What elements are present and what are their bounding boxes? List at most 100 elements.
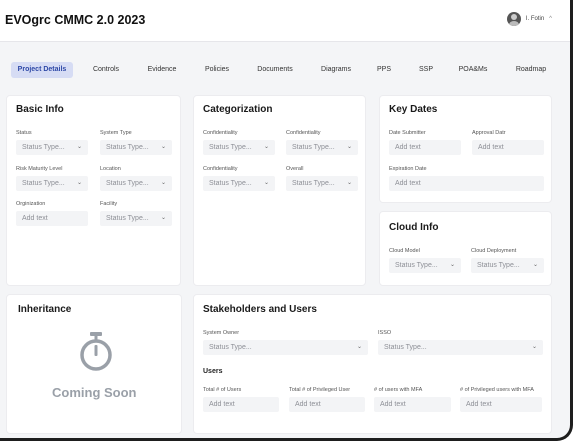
total-privileged-users-label: Total # of Privileged User (289, 387, 351, 393)
risk-maturity-select[interactable]: Status Type... ⌄ (16, 176, 88, 191)
isso-select[interactable]: Status Type... ⌄ (378, 340, 543, 355)
confidentiality-select[interactable]: Status Type... ⌄ (203, 140, 275, 155)
chevron-down-icon: ⌄ (160, 215, 166, 221)
overall-value: Status Type... (292, 180, 335, 187)
expiration-date-input[interactable]: Add text (389, 176, 544, 191)
facility-label: Facility (100, 201, 118, 207)
chevron-down-icon: ⌄ (346, 144, 352, 150)
basic-info-card: Basic Info Status Status Type... ⌄ Syste… (6, 95, 181, 286)
categorization-title: Categorization (203, 104, 273, 115)
location-label: Location (100, 166, 121, 172)
total-privileged-users-input[interactable]: Add text (289, 397, 365, 412)
location-select[interactable]: Status Type... ⌄ (100, 176, 172, 191)
user-avatar[interactable] (506, 12, 521, 26)
key-dates-card: Key Dates Date Submitter Add text Approv… (379, 95, 552, 203)
isso-value: Status Type... (384, 344, 427, 351)
privileged-users-mfa-label: # of Privileged users with MFA (460, 387, 534, 393)
date-submitter-input[interactable]: Add text (389, 140, 461, 155)
cloud-deployment-label: Cloud Deployment (471, 248, 517, 254)
system-owner-select[interactable]: Status Type... ⌄ (203, 340, 368, 355)
confidentiality-value: Status Type... (292, 144, 335, 151)
users-mfa-label: # of users with MFA (374, 387, 423, 393)
key-dates-title: Key Dates (389, 104, 438, 115)
cloud-info-title: Cloud Info (389, 222, 439, 233)
system-type-value: Status Type... (106, 144, 149, 151)
status-select[interactable]: Status Type... ⌄ (16, 140, 88, 155)
overall-label: Overall (286, 166, 304, 172)
cloud-model-select[interactable]: Status Type... ⌄ (389, 258, 461, 273)
chevron-down-icon: ⌄ (76, 144, 82, 150)
stakeholders-title: Stakeholders and Users (203, 304, 317, 315)
confidentiality-label: Confidentiality (286, 130, 321, 136)
tab-ssp[interactable]: SSP (414, 62, 438, 78)
chevron-up-icon[interactable]: ^ (549, 16, 552, 22)
inheritance-title: Inheritance (18, 304, 72, 315)
system-owner-value: Status Type... (209, 344, 252, 351)
top-bar: EVOgrc CMMC 2.0 2023 I. Fotin ^ (0, 0, 570, 42)
coming-soon-text: Coming Soon (52, 385, 137, 400)
confidentiality-select[interactable]: Status Type... ⌄ (203, 176, 275, 191)
chevron-down-icon: ⌄ (532, 262, 538, 268)
chevron-down-icon: ⌄ (449, 262, 455, 268)
stopwatch-icon (80, 332, 112, 371)
chevron-down-icon: ⌄ (346, 180, 352, 186)
confidentiality-select[interactable]: Status Type... ⌄ (286, 140, 358, 155)
users-heading: Users (203, 368, 223, 375)
app-title: EVOgrc CMMC 2.0 2023 (5, 13, 146, 27)
cloud-deployment-value: Status Type... (477, 262, 520, 269)
system-type-select[interactable]: Status Type... ⌄ (100, 140, 172, 155)
chevron-down-icon: ⌄ (263, 144, 269, 150)
chevron-down-icon: ⌄ (160, 180, 166, 186)
organization-input[interactable]: Add text (16, 211, 88, 226)
confidentiality-label: Confidentiality (203, 166, 238, 172)
users-mfa-input[interactable]: Add text (374, 397, 451, 412)
chevron-down-icon: ⌄ (531, 344, 537, 350)
tab-documents[interactable]: Documents (252, 62, 298, 78)
organization-label: Orginization (16, 201, 46, 207)
tab-diagrams[interactable]: Diagrams (315, 62, 357, 78)
tab-pps[interactable]: PPS (372, 62, 396, 78)
cloud-deployment-select[interactable]: Status Type... ⌄ (471, 258, 544, 273)
user-name: I. Fotin (525, 16, 545, 22)
categorization-card: Categorization Confidentiality Status Ty… (193, 95, 366, 286)
basic-info-title: Basic Info (16, 104, 64, 115)
total-users-input[interactable]: Add text (203, 397, 279, 412)
risk-maturity-value: Status Type... (22, 180, 65, 187)
risk-maturity-label: Risk Maturity Level (16, 166, 63, 172)
tab-controls[interactable]: Controls (85, 62, 127, 78)
isso-label: ISSO (378, 330, 392, 336)
system-owner-label: System Owner (203, 330, 240, 336)
system-type-label: System Type (100, 130, 132, 136)
cloud-info-card: Cloud Info Cloud Model Status Type... ⌄ … (379, 211, 552, 286)
privileged-users-mfa-input[interactable]: Add text (460, 397, 542, 412)
chevron-down-icon: ⌄ (160, 144, 166, 150)
confidentiality-value: Status Type... (209, 144, 252, 151)
overall-select[interactable]: Status Type... ⌄ (286, 176, 358, 191)
date-submitter-label: Date Submitter (389, 130, 426, 136)
facility-value: Status Type... (106, 215, 149, 222)
tab-bar: Project Details Controls Evidence Polici… (0, 58, 570, 82)
chevron-down-icon: ⌄ (263, 180, 269, 186)
status-label: Status (16, 130, 32, 136)
stakeholders-card: Stakeholders and Users System Owner Stat… (193, 294, 552, 434)
approval-date-input[interactable]: Add text (472, 140, 544, 155)
facility-select[interactable]: Status Type... ⌄ (100, 211, 172, 226)
expiration-date-label: Expiration Date (389, 166, 427, 172)
cloud-model-label: Cloud Model (389, 248, 420, 254)
app-window: EVOgrc CMMC 2.0 2023 I. Fotin ^ Project … (0, 0, 573, 441)
user-menu[interactable]: I. Fotin ^ (506, 12, 552, 26)
total-users-label: Total # of Users (203, 387, 242, 393)
cloud-model-value: Status Type... (395, 262, 438, 269)
status-value: Status Type... (22, 144, 65, 151)
tab-project-details[interactable]: Project Details (11, 62, 73, 78)
chevron-down-icon: ⌄ (356, 344, 362, 350)
confidentiality-label: Confidentiality (203, 130, 238, 136)
chevron-down-icon: ⌄ (76, 180, 82, 186)
tab-roadmap[interactable]: Roadmap (511, 62, 551, 78)
location-value: Status Type... (106, 180, 149, 187)
approval-date-label: Approval Datr (472, 130, 506, 136)
tab-evidence[interactable]: Evidence (141, 62, 183, 78)
confidentiality-value: Status Type... (209, 180, 252, 187)
tab-policies[interactable]: Policies (197, 62, 237, 78)
tab-poams[interactable]: POA&Ms (455, 62, 491, 78)
